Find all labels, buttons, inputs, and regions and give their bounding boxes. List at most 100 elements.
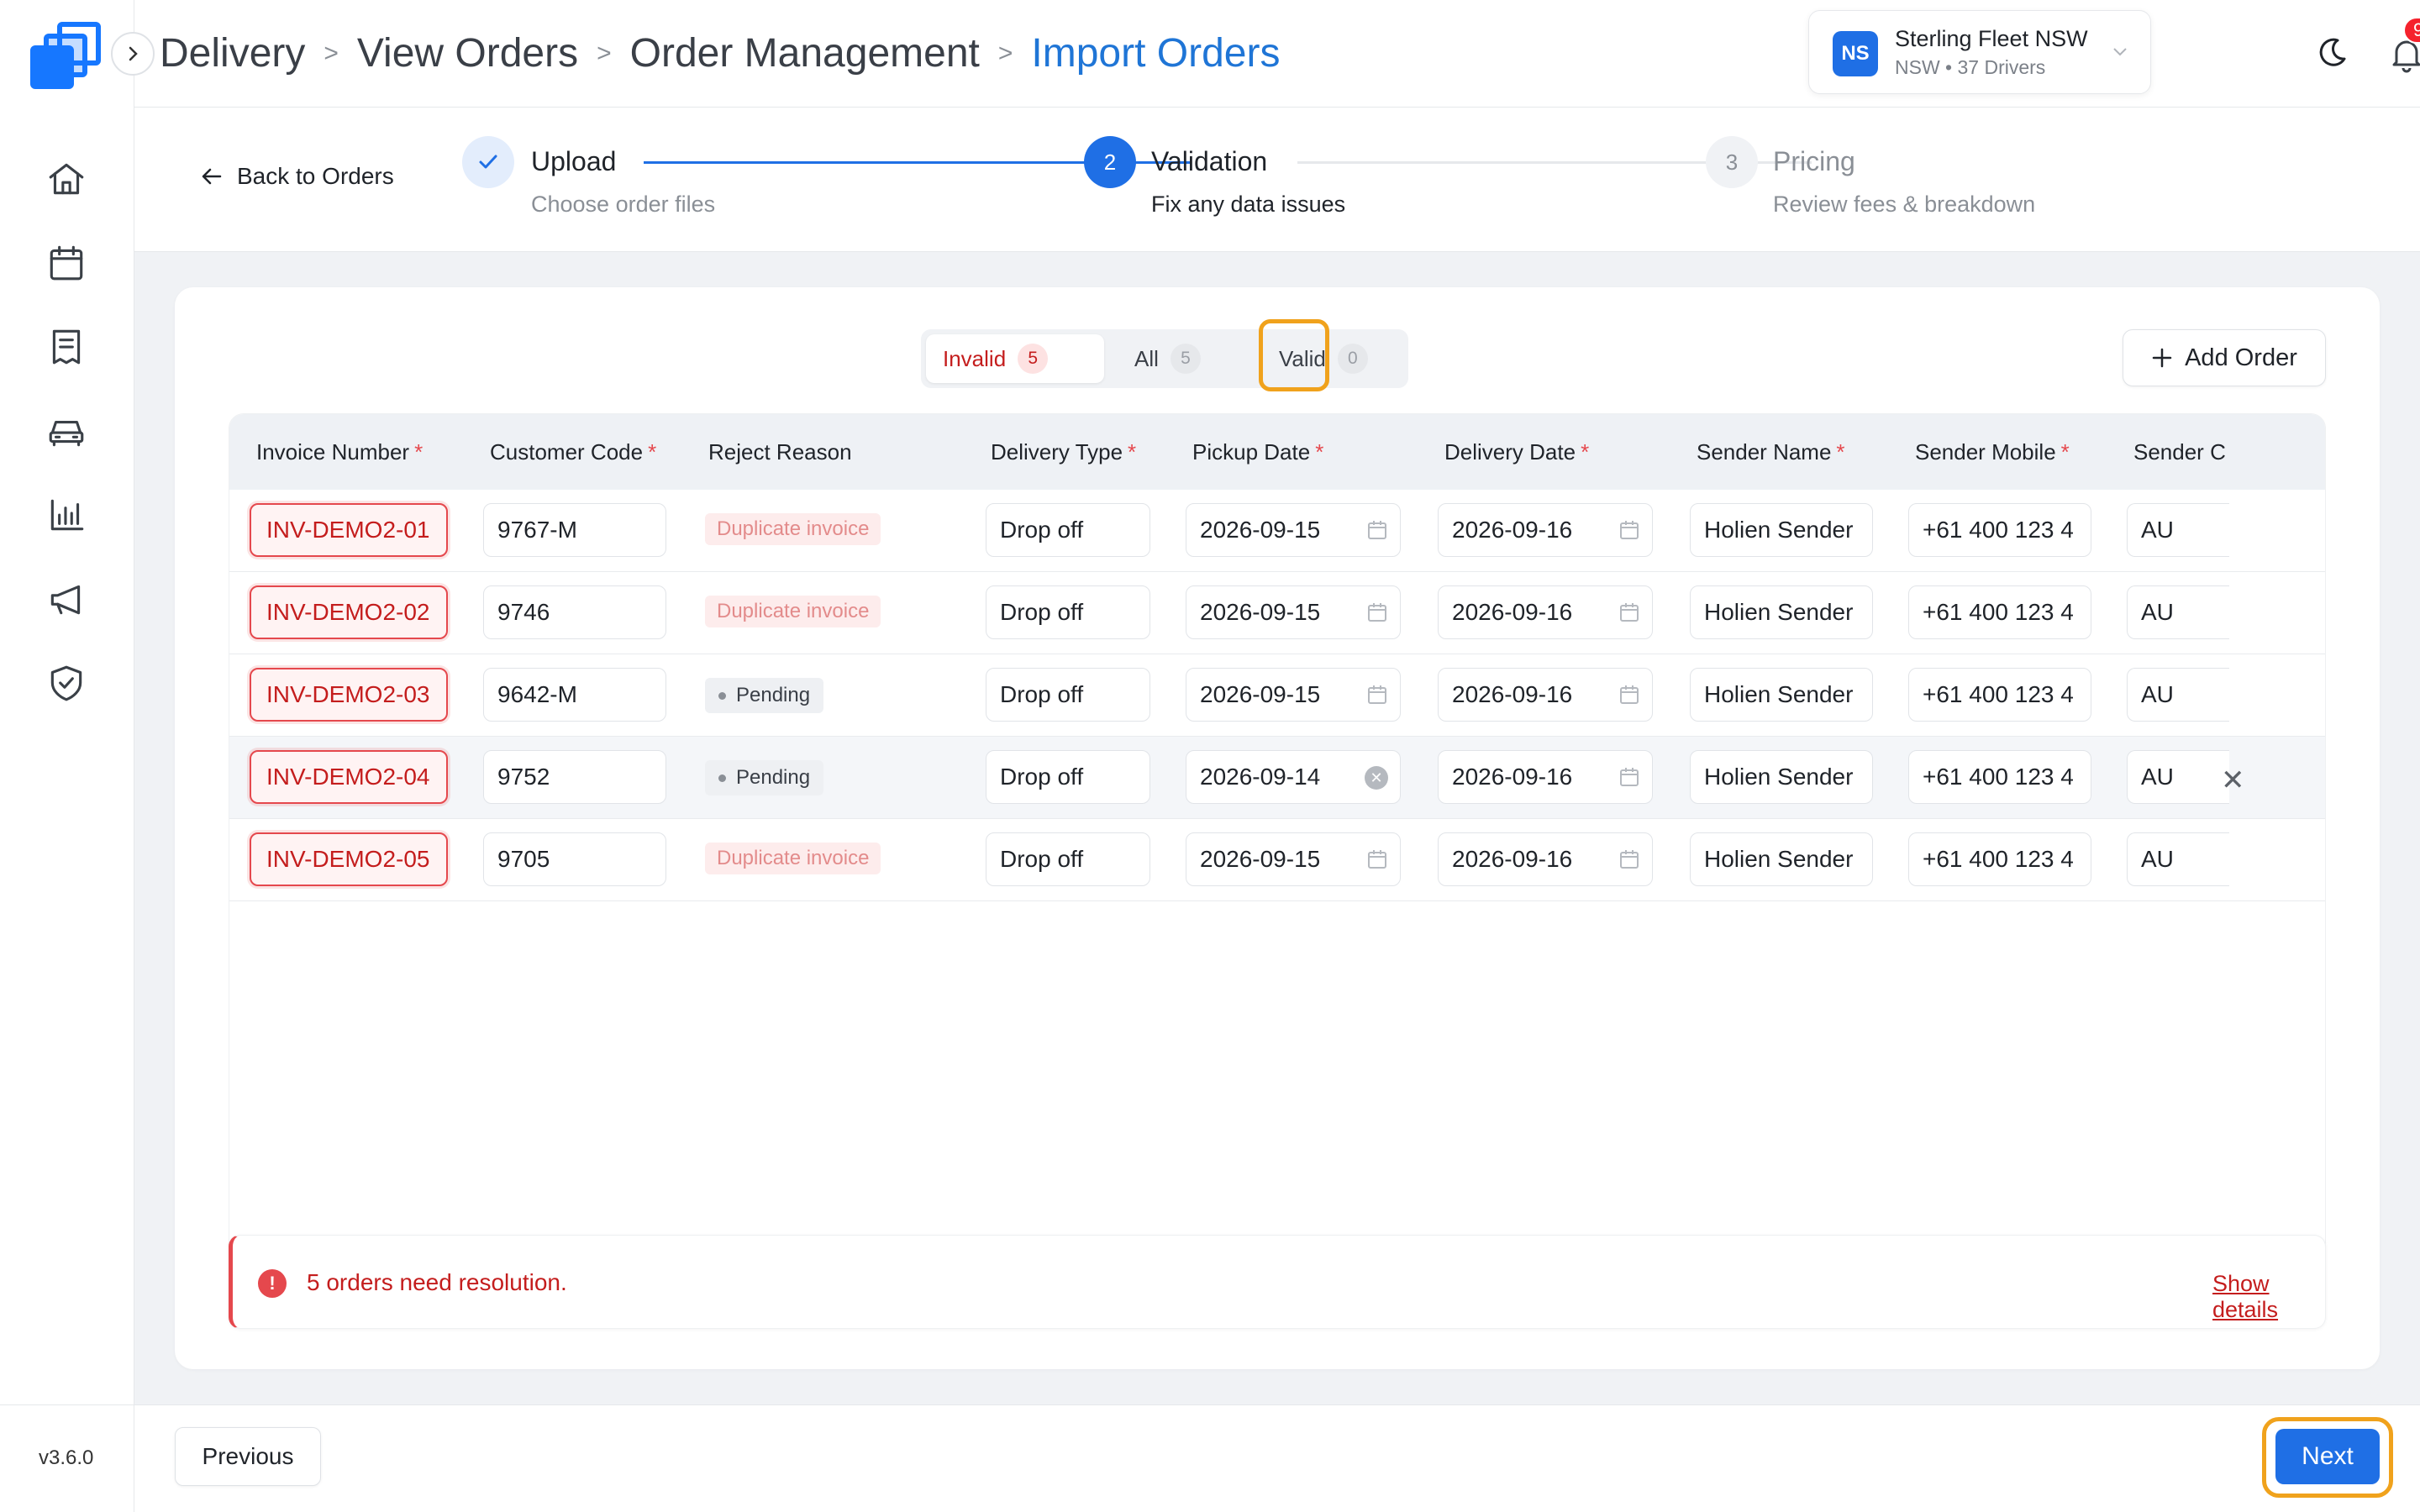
clear-date-icon[interactable]: ✕ [1365, 766, 1388, 790]
invoice-number-field[interactable]: INV-DEMO2-01 [250, 503, 448, 557]
column-header-pickup-date[interactable]: Pickup Date * [1192, 439, 1323, 465]
customer-code-field[interactable]: 9752 [483, 750, 666, 804]
column-header-reject-reason[interactable]: Reject Reason [708, 439, 857, 465]
delivery-date-picker[interactable]: 2026-09-16 [1438, 503, 1653, 557]
calendar-icon[interactable] [1618, 519, 1640, 541]
table-row[interactable]: INV-DEMO2-05 9705 Duplicate invoice Drop of… [229, 819, 2325, 901]
sender-mobile-field[interactable]: +61 400 123 4 [1908, 585, 2091, 639]
filter-all-tab[interactable]: All 5 [1118, 334, 1244, 383]
home-icon[interactable] [44, 156, 89, 202]
delivery-type-select[interactable]: Drop off [986, 503, 1150, 557]
sender-name-field[interactable]: Holien Sender [1690, 832, 1873, 886]
calendar-icon[interactable] [1366, 848, 1388, 870]
delivery-date-picker[interactable]: 2026-09-16 [1438, 750, 1653, 804]
column-header-sender-mobile[interactable]: Sender Mobile * [1915, 439, 2070, 465]
invoice-number-field[interactable]: INV-DEMO2-04 [250, 750, 448, 804]
delivery-type-select[interactable]: Drop off [986, 668, 1150, 722]
column-header-delivery-type[interactable]: Delivery Type * [991, 439, 1136, 465]
table-row[interactable]: INV-DEMO2-02 9746 Duplicate invoice Drop of… [229, 572, 2325, 654]
table-row[interactable]: INV-DEMO2-04 9752 Pending Drop off 2026-09-1… [229, 737, 2325, 819]
column-header-delivery-date[interactable]: Delivery Date * [1444, 439, 1589, 465]
breadcrumb-delivery[interactable]: Delivery [160, 30, 305, 76]
dark-mode-icon[interactable] [2314, 34, 2351, 71]
filter-invalid-count: 5 [1018, 344, 1049, 374]
org-name: Sterling Fleet NSW [1895, 26, 2088, 51]
delivery-type-select[interactable]: Drop off [986, 832, 1150, 886]
pickup-date-picker[interactable]: 2026-09-15 [1186, 585, 1401, 639]
customer-code-field[interactable]: 9642-M [483, 668, 666, 722]
delivery-date-picker[interactable]: 2026-09-16 [1438, 668, 1653, 722]
org-badge: NS [1833, 31, 1878, 76]
compliance-icon[interactable] [44, 660, 89, 706]
sidebar: v3.6.0 [0, 0, 134, 1512]
delivery-date-picker[interactable]: 2026-09-16 [1438, 585, 1653, 639]
back-to-orders-label: Back to Orders [237, 163, 394, 189]
column-header-sender-name[interactable]: Sender Name * [1697, 439, 1845, 465]
delivery-type-select[interactable]: Drop off [986, 585, 1150, 639]
calendar-icon[interactable] [1618, 848, 1640, 870]
sender-name-field[interactable]: Holien Sender [1690, 750, 1873, 804]
customer-code-field[interactable]: 9767-M [483, 503, 666, 557]
calendar-icon[interactable] [1618, 684, 1640, 706]
chevron-right-icon [129, 46, 138, 61]
filter-invalid-label: Invalid [943, 345, 1007, 371]
calendar-icon[interactable] [1618, 766, 1640, 788]
step-upload-subtitle: Choose order files [531, 192, 716, 217]
table-row[interactable]: INV-DEMO2-03 9642-M Pending Drop off 2026-09… [229, 654, 2325, 737]
resolution-alert: ! 5 orders need resolution. Show details [229, 1235, 2326, 1329]
column-header-sender-country[interactable]: Sender C [2133, 439, 2231, 465]
back-to-orders-link[interactable]: Back to Orders [200, 163, 394, 190]
table-header: Invoice Number * Customer Code * Reject Re… [229, 414, 2325, 490]
filter-invalid-tab[interactable]: Invalid 5 [926, 334, 1104, 383]
announcements-icon[interactable] [44, 576, 89, 622]
breadcrumb-view-orders[interactable]: View Orders [357, 30, 578, 76]
sender-name-field[interactable]: Holien Sender [1690, 503, 1873, 557]
orders-icon[interactable] [44, 324, 89, 370]
calendar-icon[interactable] [1618, 601, 1640, 623]
customer-code-field[interactable]: 9746 [483, 585, 666, 639]
calendar-icon[interactable] [1366, 601, 1388, 623]
vehicle-icon[interactable] [44, 408, 89, 454]
reports-icon[interactable] [44, 492, 89, 538]
sender-country-field[interactable]: AU [2127, 832, 2229, 886]
invoice-number-field[interactable]: INV-DEMO2-03 [250, 668, 448, 722]
sender-name-field[interactable]: Holien Sender [1690, 585, 1873, 639]
org-subtitle: NSW • 37 Drivers [1895, 56, 2046, 78]
next-button[interactable]: Next [2275, 1429, 2380, 1484]
calendar-icon[interactable] [1366, 519, 1388, 541]
pickup-date-picker[interactable]: 2026-09-15 [1186, 832, 1401, 886]
sender-country-field[interactable]: AU [2127, 750, 2229, 804]
sender-country-field[interactable]: AU [2127, 668, 2229, 722]
add-order-button[interactable]: Add Order [2123, 329, 2326, 386]
sender-country-field[interactable]: AU [2127, 503, 2229, 557]
delivery-date-picker[interactable]: 2026-09-16 [1438, 832, 1653, 886]
show-details-link[interactable]: Show details [2212, 1271, 2325, 1323]
organization-switcher[interactable]: NS Sterling Fleet NSW NSW • 37 Drivers [1808, 10, 2151, 94]
customer-code-field[interactable]: 9705 [483, 832, 666, 886]
pickup-date-picker[interactable]: 2026-09-14 ✕ [1186, 750, 1401, 804]
sender-mobile-field[interactable]: +61 400 123 4 [1908, 668, 2091, 722]
arrow-left-icon [202, 168, 222, 185]
remove-row-icon[interactable]: ✕ [2221, 764, 2245, 797]
step-pricing-number: 3 [1706, 136, 1758, 188]
calendar-icon[interactable] [1366, 684, 1388, 706]
table-row[interactable]: INV-DEMO2-01 9767-M Duplicate invoice Drop … [229, 490, 2325, 572]
sidebar-collapse-button[interactable] [111, 32, 155, 76]
calendar-icon[interactable] [44, 240, 89, 286]
sender-mobile-field[interactable]: +61 400 123 4 [1908, 750, 2091, 804]
sender-mobile-field[interactable]: +61 400 123 4 [1908, 832, 2091, 886]
pickup-date-picker[interactable]: 2026-09-15 [1186, 668, 1401, 722]
column-header-invoice-number[interactable]: Invoice Number * [256, 439, 423, 465]
delivery-type-select[interactable]: Drop off [986, 750, 1150, 804]
breadcrumb-order-management[interactable]: Order Management [630, 30, 980, 76]
pickup-date-picker[interactable]: 2026-09-15 [1186, 503, 1401, 557]
column-header-customer-code[interactable]: Customer Code * [490, 439, 656, 465]
invoice-number-field[interactable]: INV-DEMO2-05 [250, 832, 448, 886]
valid-tab-highlight [1259, 319, 1329, 391]
sender-country-field[interactable]: AU [2127, 585, 2229, 639]
sender-mobile-field[interactable]: +61 400 123 4 [1908, 503, 2091, 557]
sender-name-field[interactable]: Holien Sender [1690, 668, 1873, 722]
app-logo[interactable] [30, 22, 104, 94]
previous-button[interactable]: Previous [175, 1427, 321, 1486]
invoice-number-field[interactable]: INV-DEMO2-02 [250, 585, 448, 639]
